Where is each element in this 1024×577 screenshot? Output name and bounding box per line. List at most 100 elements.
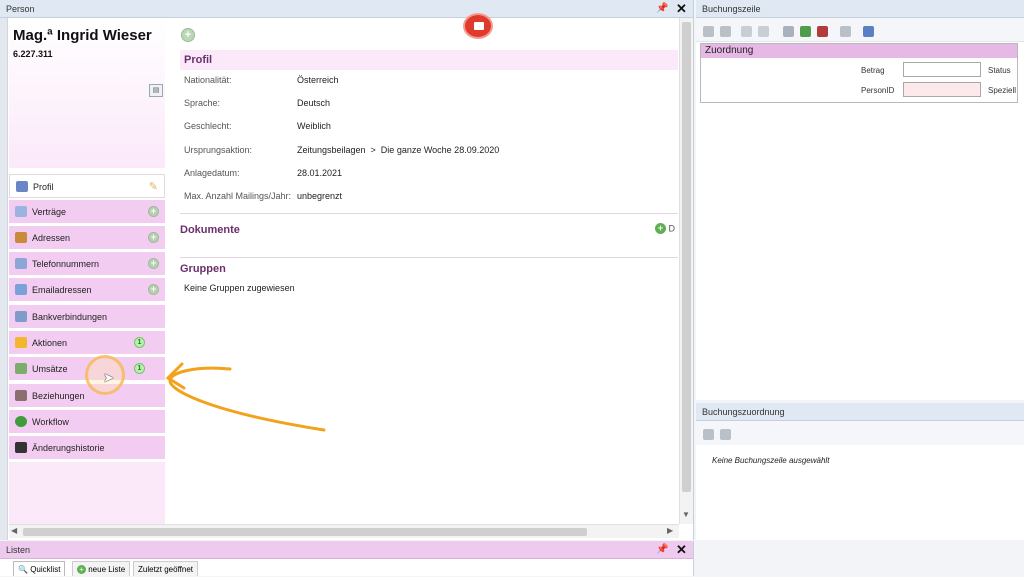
add-icon[interactable]: + <box>148 258 159 269</box>
buchungszeile-title: Buchungszeile <box>702 4 761 14</box>
unlink-icon[interactable] <box>758 26 769 37</box>
history-icon <box>15 442 27 453</box>
status-label: Status <box>988 66 1011 75</box>
field-label: Max. Anzahl Mailings/Jahr: <box>184 191 292 201</box>
link-icon[interactable] <box>741 26 752 37</box>
record-button[interactable] <box>463 13 493 39</box>
nav-item-workflow[interactable]: Workflow <box>9 410 165 434</box>
zuordnung-title: Zuordnung <box>705 45 754 56</box>
person-number: 6.227.311 <box>13 49 53 59</box>
field-value: 28.01.2021 <box>297 168 343 178</box>
tab-quicklist[interactable]: 🔍 Quicklist <box>13 561 66 576</box>
field-value: Zeitungsbeilagen > Die ganze Woche 28.09… <box>297 145 500 155</box>
document-edit-icon[interactable] <box>720 429 731 440</box>
document-edit-icon[interactable] <box>720 26 731 37</box>
buchungszuordnung-panel: Buchungszuordnung Keine Buchungszeile au… <box>696 403 1024 540</box>
nav-item-profil[interactable]: Profil ✎ <box>9 174 165 198</box>
field-value: Weiblich <box>297 121 331 131</box>
lightning-icon <box>15 337 27 348</box>
pin-icon[interactable]: 📌 <box>656 0 668 18</box>
add-icon[interactable]: + <box>148 284 159 295</box>
scroll-left-arrow[interactable]: ◀ <box>11 526 17 535</box>
nav-item-adressen[interactable]: Adressen + <box>9 226 165 250</box>
phone-icon <box>15 258 27 269</box>
buchungszuordnung-empty-text: Keine Buchungszeile ausgewählt <box>712 456 830 465</box>
left-edge-strip <box>0 18 8 540</box>
card-icon[interactable]: ▤ <box>149 84 163 97</box>
scroll-right-arrow[interactable]: ▶ <box>667 526 673 535</box>
scrollbar-thumb[interactable] <box>682 22 691 492</box>
horizontal-scrollbar[interactable]: ◀ ▶ <box>9 524 679 538</box>
add-icon[interactable]: + <box>181 28 195 42</box>
close-icon[interactable]: ✕ <box>676 541 687 559</box>
zuordnung-header: Zuordnung <box>701 44 1017 58</box>
field-label: Sprache: <box>184 98 221 108</box>
toolbar <box>696 421 1024 445</box>
person-add-icon[interactable] <box>800 26 811 37</box>
mail-icon <box>15 284 27 295</box>
person-name: Mag.ª Ingrid Wieser <box>13 27 152 44</box>
profil-section-bar <box>180 50 678 70</box>
person-panel-title: Person <box>6 4 35 14</box>
divider <box>180 213 678 214</box>
nav-item-label: Beziehungen <box>32 391 85 401</box>
nav-item-aenderungshistorie[interactable]: Änderungshistorie <box>9 436 165 460</box>
nav-filler <box>9 462 165 524</box>
count-badge: 1 <box>134 337 145 348</box>
personid-input[interactable] <box>903 82 981 97</box>
nav-item-telefonnummern[interactable]: Telefonnummern + <box>9 252 165 276</box>
nav-item-label: Workflow <box>32 417 69 427</box>
field-label: Ursprungsaktion: <box>184 145 253 155</box>
person-icon <box>16 181 28 192</box>
person-search-icon[interactable] <box>863 26 874 37</box>
nav-item-emailadressen[interactable]: Emailadressen + <box>9 278 165 302</box>
nav-item-label: Telefonnummern <box>32 259 100 269</box>
pin-icon[interactable]: 📌 <box>656 541 668 559</box>
workflow-icon <box>15 416 27 427</box>
annotation-arrow-path <box>168 366 326 432</box>
card-icon[interactable] <box>840 26 851 37</box>
person-icon[interactable] <box>783 26 794 37</box>
close-icon[interactable]: ✕ <box>676 0 687 18</box>
listen-title: Listen <box>6 545 31 555</box>
nav-item-beziehungen[interactable]: Beziehungen <box>9 384 165 408</box>
betrag-label: Betrag <box>861 66 885 75</box>
buchungszeile-panel: Buchungszeile Zuordnung Betrag Status Pe… <box>696 0 1024 400</box>
field-value: Österreich <box>297 75 339 85</box>
people-icon <box>15 390 27 401</box>
personid-label: PersonID <box>861 86 895 95</box>
document-icon[interactable] <box>703 26 714 37</box>
document-icon[interactable] <box>703 429 714 440</box>
contract-icon <box>15 206 27 217</box>
search-icon: 🔍 <box>18 565 28 574</box>
listen-header: Listen 📌 ✕ <box>0 541 693 559</box>
gruppen-section-title: Gruppen <box>180 263 226 275</box>
pencil-icon[interactable]: ✎ <box>149 175 158 199</box>
add-icon[interactable]: + <box>148 232 159 243</box>
speziell-label: Speziell <box>988 86 1017 95</box>
tab-zuletzt-geoeffnet[interactable]: Zuletzt geöffnet <box>133 561 198 576</box>
add-document-button[interactable]: + D <box>655 223 675 235</box>
field-label: Anlagedatum: <box>184 168 240 178</box>
person-remove-icon[interactable] <box>817 26 828 37</box>
betrag-input[interactable] <box>903 62 981 77</box>
nav-item-label: Profil <box>33 182 54 192</box>
nav-item-aktionen[interactable]: Aktionen 1 <box>9 331 165 355</box>
tab-neue-liste[interactable]: + neue Liste <box>72 561 131 576</box>
add-icon[interactable]: + <box>148 206 159 217</box>
field-value: Deutsch <box>297 98 331 108</box>
person-panel: Person 📌 ✕ Mag.ª Ingrid Wieser 6.227.311… <box>0 0 694 540</box>
nav-item-label: Adressen <box>32 233 71 243</box>
tab-label: Zuletzt geöffnet <box>138 565 193 574</box>
nav-item-bankverbindungen[interactable]: Bankverbindungen <box>9 305 165 329</box>
annotation-arrow <box>165 362 326 432</box>
bank-icon <box>15 311 27 322</box>
vertical-scrollbar[interactable]: ▼ <box>679 18 693 524</box>
scroll-down-arrow[interactable]: ▼ <box>682 510 690 519</box>
nav-item-vertraege[interactable]: Verträge + <box>9 200 165 224</box>
scrollbar-thumb[interactable] <box>23 528 587 536</box>
add-icon: + <box>655 223 666 235</box>
house-icon <box>15 232 27 243</box>
nav-item-label: Änderungshistorie <box>32 443 105 453</box>
nav-item-label: Aktionen <box>32 338 68 348</box>
